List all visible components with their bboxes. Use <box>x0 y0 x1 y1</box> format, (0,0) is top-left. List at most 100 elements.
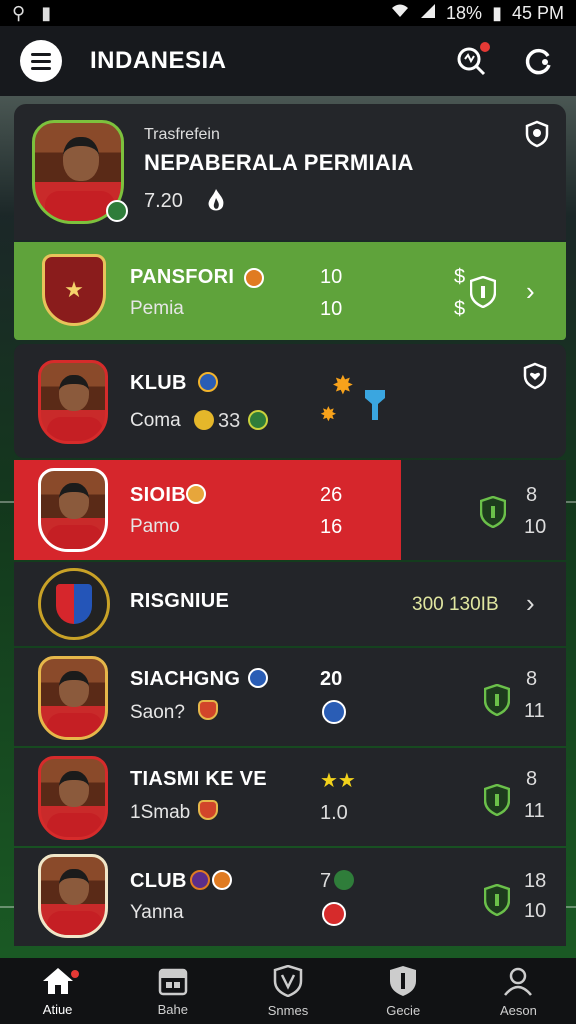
row-right-1: 8 <box>526 668 538 690</box>
row-right-1: 18 <box>524 870 547 892</box>
row-name: RISGNIUE <box>130 590 230 612</box>
shield-icon <box>469 275 497 309</box>
club-badge <box>248 410 268 430</box>
row-right-2: 11 <box>524 800 545 822</box>
row-stat: 300 130IB <box>412 594 499 615</box>
nav-item-shield[interactable]: Snmes <box>230 958 345 1024</box>
verified-badge <box>106 200 128 222</box>
chevron-right-icon[interactable]: › <box>526 276 535 307</box>
player-avatar <box>38 854 108 938</box>
list-item[interactable]: ★ PANSFORI Pemia 10 10 $ $ › <box>14 242 566 340</box>
nav-label: Gecie <box>386 1002 421 1018</box>
shield-icon <box>483 783 511 817</box>
status-bar: ⚲ ▮ 18% ▮ 45 PM <box>0 0 576 26</box>
battery-icon: ▮ <box>492 2 502 23</box>
clock: 45 PM <box>511 2 564 23</box>
row-sub: Coma <box>130 410 181 431</box>
shield-icon <box>479 495 507 529</box>
image-icon: ▮ <box>41 2 52 23</box>
row-value-2: 16 <box>320 516 343 538</box>
shield-icon <box>273 964 303 997</box>
player-avatar <box>38 468 108 552</box>
nav-item-profile[interactable]: Aeson <box>461 958 576 1024</box>
currency-1: $ <box>454 266 466 288</box>
refresh-button[interactable] <box>522 44 556 78</box>
club-badge <box>198 700 218 720</box>
club-badge <box>334 870 354 890</box>
nav-item-home[interactable]: Atiue <box>0 958 115 1024</box>
row-sub: Pamo <box>130 516 180 537</box>
app-title: INDANESIA <box>90 47 227 74</box>
home-icon <box>42 967 73 994</box>
favorite-icon[interactable] <box>522 362 548 395</box>
signal-icon <box>420 3 436 24</box>
row-name: SIOIB <box>130 484 186 506</box>
battery-percent: 18% <box>446 2 483 23</box>
club-badge <box>322 700 346 724</box>
row-value-2: 1.0 <box>320 802 348 824</box>
row-sub: Pemia <box>130 298 184 319</box>
club-badge <box>186 484 206 504</box>
notification-dot <box>480 42 490 52</box>
row-right-1: 8 <box>526 484 538 506</box>
bottom-navigation: Atiue Bahe Snmes Gecie Aeson <box>0 958 576 1024</box>
featured-player-card[interactable]: Trasfrefein NEPABERALA PERMIAIA 7.20 <box>14 104 566 240</box>
row-sub: 1Smab <box>130 802 191 823</box>
refresh-icon <box>525 48 551 75</box>
nav-label: Atiue <box>42 1001 73 1017</box>
star-icon: ★★ <box>320 770 356 792</box>
player-avatar <box>38 360 108 444</box>
club-badge <box>244 268 264 288</box>
row-value-1: 26 <box>320 484 343 506</box>
nav-item-calendar[interactable]: Bahe <box>115 958 230 1024</box>
location-pin-icon[interactable] <box>524 120 550 153</box>
app-bar: INDANESIA <box>0 26 576 96</box>
list-item[interactable]: TIASMI KE VE 1Smab ★★ 1.0 8 11 <box>14 748 566 846</box>
row-sub: Saon? <box>130 702 185 723</box>
row-name: KLUB <box>130 372 187 394</box>
nav-label: Snmes <box>267 1002 309 1018</box>
wifi-icon <box>390 3 410 24</box>
nav-label: Aeson <box>499 1002 537 1018</box>
sparkle-icon: ✸ <box>332 370 354 400</box>
location-icon: ⚲ <box>12 2 26 23</box>
row-right-2: 10 <box>524 900 547 922</box>
row-value-2: 10 <box>320 298 343 320</box>
list-item[interactable]: CLUB Yanna 7 18 10 <box>14 848 566 946</box>
hero-kicker: Trasfrefein <box>144 126 220 143</box>
list-item[interactable]: RISGNIUE 300 130IB › <box>14 562 566 646</box>
shield-icon <box>483 683 511 717</box>
row-sub-value: 33 <box>218 410 241 432</box>
currency-2: $ <box>454 298 466 320</box>
coin-icon <box>194 410 214 430</box>
profile-icon <box>504 967 533 996</box>
row-name: CLUB <box>130 870 187 892</box>
list-item[interactable]: SIOIB Pamo 26 16 8 10 <box>14 460 566 560</box>
list-item[interactable]: SIACHGNG Saon? 20 8 11 <box>14 648 566 746</box>
search-button[interactable] <box>454 42 490 78</box>
club-badge <box>198 800 218 820</box>
row-value-1: 10 <box>320 266 343 288</box>
club-badge <box>190 870 210 890</box>
hero-title: NEPABERALA PERMIAIA <box>144 150 414 175</box>
club-crest: ★ <box>42 254 106 326</box>
row-value-1: 20 <box>320 668 343 690</box>
shield-icon <box>483 883 511 917</box>
club-badge <box>248 668 268 688</box>
club-crest <box>38 568 110 640</box>
row-value-1: 7 <box>320 870 332 892</box>
flame-icon <box>204 188 228 219</box>
notification-dot <box>71 970 80 978</box>
player-avatar <box>38 656 108 740</box>
row-right-2: 11 <box>524 700 545 722</box>
menu-button[interactable] <box>20 40 62 82</box>
row-right-1: 8 <box>526 768 538 790</box>
chevron-right-icon[interactable]: › <box>526 588 535 619</box>
list-item[interactable]: KLUB Coma 33 ✸ ✸ <box>14 344 566 458</box>
player-avatar <box>38 756 108 840</box>
row-name: SIACHGNG <box>130 668 241 690</box>
nav-label: Bahe <box>157 1001 188 1017</box>
nav-item-badge[interactable]: Gecie <box>346 958 461 1024</box>
calendar-icon <box>158 968 188 995</box>
row-name: PANSFORI <box>130 266 235 288</box>
